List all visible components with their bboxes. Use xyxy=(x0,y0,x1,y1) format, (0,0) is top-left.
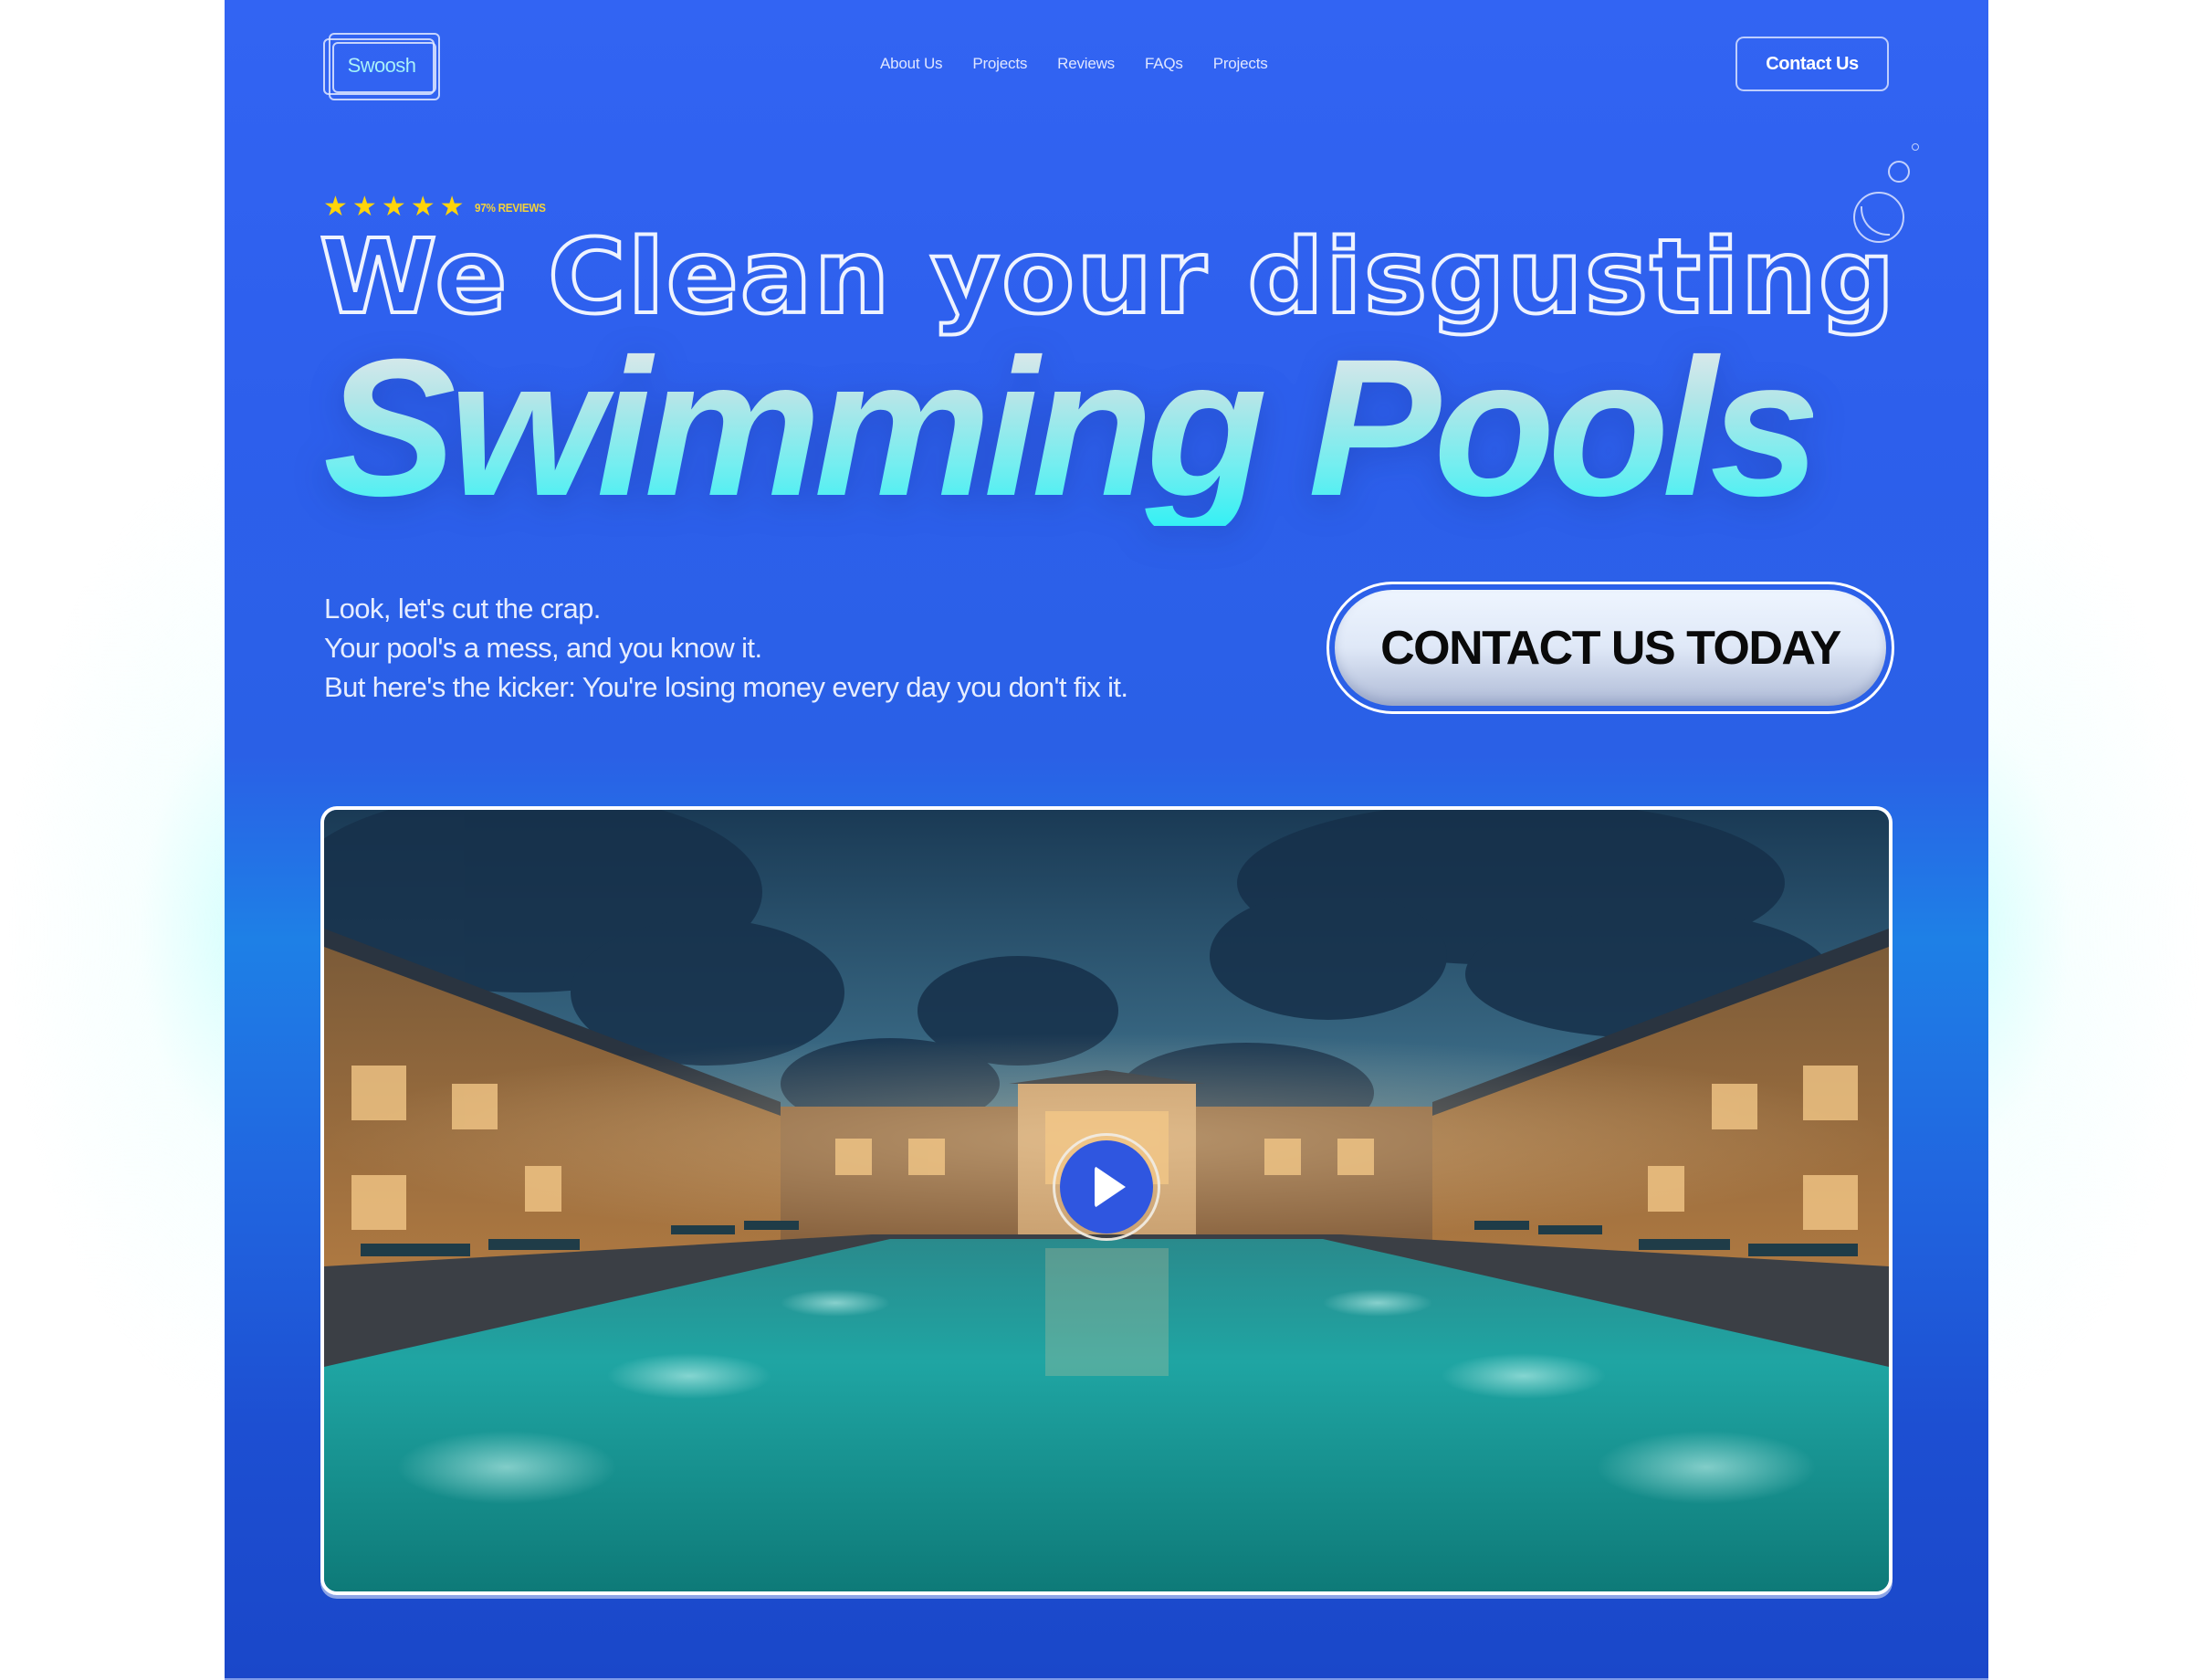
main-nav: About Us Projects Reviews FAQs Projects xyxy=(880,55,1298,73)
tagline: Look, let's cut the crap. Your pool's a … xyxy=(324,589,1128,707)
play-button[interactable] xyxy=(1053,1133,1160,1241)
logo-text: Swoosh xyxy=(323,33,440,99)
headline-outline: We Clean your disgusting xyxy=(318,218,1897,337)
star-icon: ★ xyxy=(439,192,465,222)
tagline-line: Look, let's cut the crap. xyxy=(324,593,601,625)
contact-us-button[interactable]: Contact Us xyxy=(1735,37,1889,91)
tagline-line: But here's the kicker: You're losing mon… xyxy=(324,671,1128,703)
bubble-icon xyxy=(1912,143,1919,151)
nav-item-about-us[interactable]: About Us xyxy=(880,55,943,73)
rating-label: 97% REVIEWS xyxy=(474,200,546,215)
play-icon xyxy=(1095,1166,1126,1208)
video-player[interactable] xyxy=(320,806,1893,1595)
star-icon: ★ xyxy=(381,192,406,222)
contact-us-today-button[interactable]: CONTACT US TODAY xyxy=(1326,582,1894,714)
tagline-line: Your pool's a mess, and you know it. xyxy=(324,632,762,664)
logo[interactable]: Swoosh xyxy=(323,33,440,100)
nav-item-projects[interactable]: Projects xyxy=(972,55,1027,73)
rating: ★ ★ ★ ★ ★ 97% REVIEWS xyxy=(323,194,553,221)
nav-item-reviews[interactable]: Reviews xyxy=(1057,55,1115,73)
headline-gradient: Swimming Pools xyxy=(323,319,1820,537)
nav-item-faqs[interactable]: FAQs xyxy=(1145,55,1183,73)
star-icon: ★ xyxy=(323,192,348,222)
nav-item-projects-2[interactable]: Projects xyxy=(1213,55,1268,73)
star-icon: ★ xyxy=(351,192,377,222)
hero-page: Swoosh About Us Projects Reviews FAQs Pr… xyxy=(225,0,1988,1680)
star-icon: ★ xyxy=(410,192,435,222)
play-button-inner xyxy=(1060,1140,1153,1234)
cta-label: CONTACT US TODAY xyxy=(1335,590,1886,706)
bubble-icon xyxy=(1888,161,1910,183)
